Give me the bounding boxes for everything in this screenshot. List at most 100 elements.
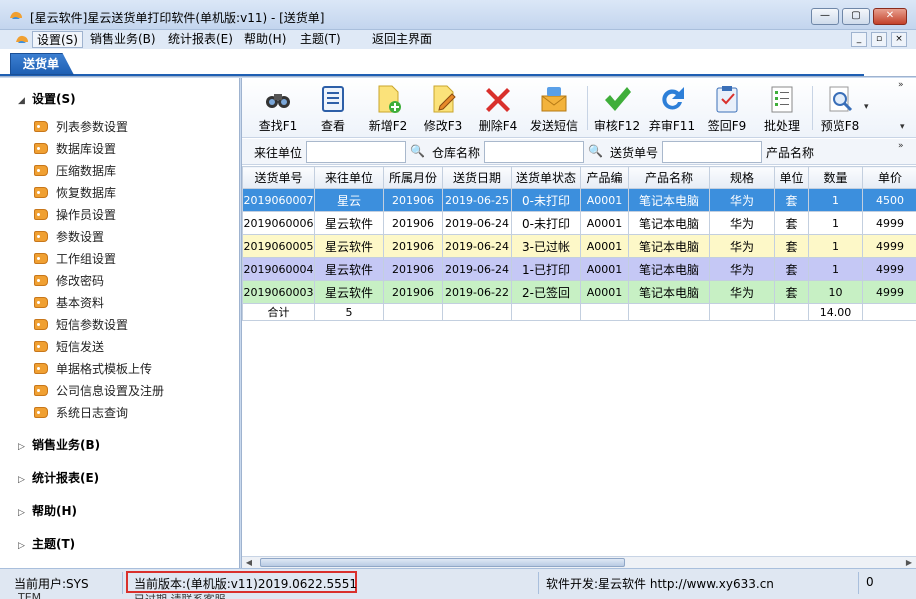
toolbar-overflow-down-icon[interactable]: ▾ — [900, 122, 913, 132]
sidebar-item-database-settings[interactable]: 数据库设置 — [34, 139, 116, 159]
menu-settings[interactable]: 设置(S) — [32, 31, 83, 48]
menu-sales[interactable]: 销售业务(B) — [86, 31, 160, 48]
edit-button[interactable]: 修改F3 — [415, 82, 471, 136]
col-header-month[interactable]: 所属月份 — [383, 166, 443, 189]
cell-unit: 套 — [774, 211, 809, 235]
cell-qty: 1 — [808, 257, 863, 281]
cell-date: 2019-06-24 — [442, 257, 512, 281]
cell-qty: 1 — [808, 211, 863, 235]
sidebar-item-compress-db[interactable]: 压缩数据库 — [34, 161, 116, 181]
search-icon[interactable]: 🔍 — [588, 144, 603, 158]
col-header-product-code[interactable]: 产品编 — [580, 166, 629, 189]
sidebar-section-help[interactable]: ▷ 帮助(H) — [18, 502, 77, 519]
unapprove-button[interactable]: 弃审F11 — [644, 82, 700, 136]
sidebar-section-reports[interactable]: ▷ 统计报表(E) — [18, 469, 99, 486]
batch-process-button[interactable]: 批处理 — [754, 82, 810, 136]
cell-month: 201906 — [383, 188, 443, 212]
cell-customer: 星云软件 — [314, 280, 384, 304]
col-header-price[interactable]: 单价 — [862, 166, 916, 189]
warehouse-filter-input[interactable] — [484, 141, 584, 163]
sidebar-item-system-log[interactable]: 系统日志查询 — [34, 403, 128, 423]
sidebar-item-sms-send[interactable]: 短信发送 — [34, 337, 104, 357]
cell-unit: 套 — [774, 257, 809, 281]
tag-icon — [34, 275, 48, 286]
tag-icon — [34, 319, 48, 330]
delete-x-icon — [486, 88, 510, 112]
total-qty: 14.00 — [808, 303, 863, 321]
preview-button[interactable]: 预览F8 — [812, 82, 868, 136]
sidebar-item-workgroup-settings[interactable]: 工作组设置 — [34, 249, 116, 269]
sidebar-section-theme[interactable]: ▷ 主题(T) — [18, 535, 75, 552]
col-header-date[interactable]: 送货日期 — [442, 166, 512, 189]
menu-help[interactable]: 帮助(H) — [240, 31, 290, 48]
tag-icon — [34, 209, 48, 220]
app-logo-icon — [10, 11, 22, 19]
edit-document-icon — [433, 85, 456, 113]
search-icon[interactable]: 🔍 — [410, 144, 425, 158]
sidebar-section-sales[interactable]: ▷ 销售业务(B) — [18, 436, 100, 453]
mdi-close-button[interactable]: × — [891, 32, 907, 47]
table-row[interactable]: 2019060005 星云软件 201906 2019-06-24 3-已过帐 … — [242, 234, 916, 258]
col-header-order-no[interactable]: 送货单号 — [242, 166, 315, 189]
cell-product-code: A0001 — [580, 211, 629, 235]
sidebar-section-settings[interactable]: ◢ 设置(S) — [18, 90, 76, 107]
cell-qty: 1 — [808, 188, 863, 212]
cell-qty: 10 — [808, 280, 863, 304]
table-row[interactable]: 2019060004 星云软件 201906 2019-06-24 1-已打印 … — [242, 257, 916, 281]
sign-back-button[interactable]: 签回F9 — [699, 82, 755, 136]
cell-product-name: 笔记本电脑 — [628, 280, 710, 304]
view-button[interactable]: 查看 — [305, 82, 361, 136]
collapsed-arrow-icon: ▷ — [18, 475, 25, 485]
sidebar-item-basic-data[interactable]: 基本资料 — [34, 293, 104, 313]
scrollbar-thumb[interactable] — [260, 558, 625, 567]
sidebar-item-change-password[interactable]: 修改密码 — [34, 271, 104, 291]
delete-button[interactable]: 删除F4 — [470, 82, 526, 136]
sidebar-item-operator-settings[interactable]: 操作员设置 — [34, 205, 116, 225]
maximize-button[interactable]: ▢ — [842, 8, 870, 25]
version-overflow: 已过期 请联系客服 — [134, 591, 226, 599]
sidebar-item-sms-params[interactable]: 短信参数设置 — [34, 315, 128, 335]
customer-filter-input[interactable] — [306, 141, 406, 163]
table-row[interactable]: 2019060006 星云软件 201906 2019-06-24 0-未打印 … — [242, 211, 916, 235]
horizontal-scrollbar[interactable]: ◀ ▶ — [242, 556, 916, 568]
filter-overflow-icon[interactable]: » — [898, 141, 913, 151]
add-button[interactable]: 新增F2 — [360, 82, 416, 136]
col-header-customer[interactable]: 来往单位 — [314, 166, 384, 189]
order-no-filter-input[interactable] — [662, 141, 762, 163]
sidebar-item-template-upload[interactable]: 单据格式模板上传 — [34, 359, 152, 379]
menu-reports[interactable]: 统计报表(E) — [164, 31, 237, 48]
approve-button[interactable]: 审核F12 — [589, 82, 645, 136]
scroll-right-icon[interactable]: ▶ — [902, 557, 916, 568]
close-button[interactable]: ✕ — [873, 8, 907, 25]
col-header-status[interactable]: 送货单状态 — [511, 166, 581, 189]
order-no-filter-label: 送货单号 — [610, 146, 659, 160]
scroll-left-icon[interactable]: ◀ — [242, 557, 256, 568]
toolbar-overflow-icon[interactable]: » — [898, 80, 913, 90]
toolbar: 查找F1 查看 新增F2 修改F3 删除F4 发送短信 审核F12 弃审F11 … — [242, 78, 916, 138]
dropdown-arrow-icon[interactable]: ▾ — [864, 102, 913, 112]
cell-month: 201906 — [383, 211, 443, 235]
mdi-restore-button[interactable]: ▫ — [871, 32, 887, 47]
filter-bar: 来往单位 🔍 仓库名称 🔍 送货单号 产品名称 » — [242, 139, 916, 165]
menu-theme[interactable]: 主题(T) — [296, 31, 345, 48]
send-sms-button[interactable]: 发送短信 — [526, 82, 582, 136]
tab-delivery-note[interactable]: 送货单 — [10, 53, 75, 75]
cell-product-code: A0001 — [580, 234, 629, 258]
cell-status: 1-已打印 — [511, 257, 581, 281]
cell-month: 201906 — [383, 280, 443, 304]
sidebar-item-param-settings[interactable]: 参数设置 — [34, 227, 104, 247]
col-header-unit[interactable]: 单位 — [774, 166, 809, 189]
find-button[interactable]: 查找F1 — [250, 82, 306, 136]
table-row[interactable]: 2019060007 星云 201906 2019-06-25 0-未打印 A0… — [242, 188, 916, 212]
cell-spec: 华为 — [709, 257, 775, 281]
table-row[interactable]: 2019060003 星云软件 201906 2019-06-22 2-已签回 … — [242, 280, 916, 304]
sidebar-item-restore-db[interactable]: 恢复数据库 — [34, 183, 116, 203]
menu-return-home[interactable]: 返回主界面 — [368, 31, 436, 48]
sidebar-item-list-params[interactable]: 列表参数设置 — [34, 117, 128, 137]
mdi-minimize-button[interactable]: _ — [851, 32, 867, 47]
col-header-spec[interactable]: 规格 — [709, 166, 775, 189]
minimize-button[interactable]: — — [811, 8, 839, 25]
col-header-qty[interactable]: 数量 — [808, 166, 863, 189]
sidebar-item-company-info[interactable]: 公司信息设置及注册 — [34, 381, 164, 401]
col-header-product-name[interactable]: 产品名称 — [628, 166, 710, 189]
